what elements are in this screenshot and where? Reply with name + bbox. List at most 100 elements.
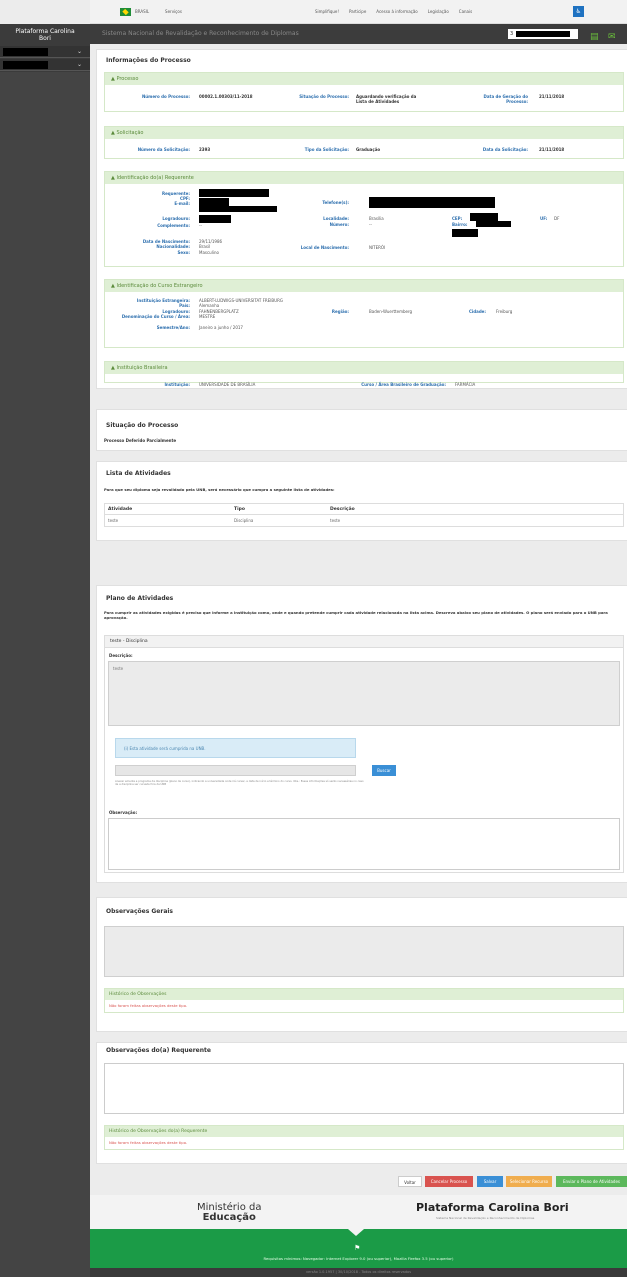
descricao-textarea[interactable]: teste xyxy=(108,661,620,726)
redacted-block xyxy=(452,229,478,237)
accessibility-icon[interactable]: ♿ xyxy=(573,6,584,17)
gov-link-acesso[interactable]: Acesso à informação xyxy=(376,9,417,14)
value: Brasília xyxy=(369,216,384,221)
selecionar-recurso-button[interactable]: Selecionar Recurso xyxy=(506,1176,552,1187)
label: Semestre/Ano: xyxy=(156,325,190,330)
label: Situação do Processo: xyxy=(299,94,349,99)
plano-intro: Para cumprir as atividades exigidas é pr… xyxy=(104,610,608,621)
cancelar-processo-button[interactable]: Cancelar Processo xyxy=(425,1176,473,1187)
value: -- xyxy=(369,222,372,227)
panel-header[interactable]: ▲ Processo xyxy=(105,73,623,85)
panel-label: Solicitação xyxy=(116,130,144,136)
label: Curso / Área Brasileiro de Graduação: xyxy=(361,382,446,387)
label: Instituição: xyxy=(164,382,190,387)
col-descricao: Descrição xyxy=(330,507,355,512)
historico-empty: Não foram feitas observações deste tipo. xyxy=(109,1140,188,1145)
panel-header[interactable]: ▲ Instituição Brasileira xyxy=(105,362,623,374)
obs-gerais-box xyxy=(104,926,624,977)
label: Região: xyxy=(331,309,349,314)
gov-link-legislacao[interactable]: Legislação xyxy=(428,9,449,14)
brasil-link[interactable]: BRASIL xyxy=(120,7,150,16)
redacted-block xyxy=(470,213,498,221)
document-icon[interactable]: ▤ xyxy=(590,27,599,47)
atividades-card xyxy=(96,461,627,541)
brasil-label: BRASIL xyxy=(135,9,150,14)
panel-label: Identificação do Curso Estrangeiro xyxy=(116,283,203,289)
mail-icon[interactable]: ✉ xyxy=(608,27,616,47)
panel-header[interactable]: ▲ Solicitação xyxy=(105,127,623,139)
panel-processo: ▲ Processo xyxy=(104,72,624,112)
historico-obs-req: Histórico de Observações do(a) Requerent… xyxy=(104,1125,624,1150)
situacao-text: Processo Deferido Parcialmente xyxy=(104,438,177,443)
sidebar-item-1[interactable]: ⌄ xyxy=(0,46,90,58)
cell-tipo: Disciplina xyxy=(234,518,254,523)
value: MESTRE xyxy=(199,314,216,319)
enviar-plano-button[interactable]: Enviar o Plano de Atividades xyxy=(556,1176,627,1187)
panel-instituicao-brasileira: ▲ Instituição Brasileira xyxy=(104,361,624,383)
panel-header[interactable]: ▲ Identificação do Curso Estrangeiro xyxy=(105,280,623,292)
label: Nacionalidade: xyxy=(156,244,190,249)
user-initial: 3 xyxy=(510,31,514,37)
footer-triangle xyxy=(348,1229,364,1236)
historico-title: Histórico de Observações xyxy=(105,989,623,1000)
label: Bairro: xyxy=(452,222,468,227)
label: Complemento: xyxy=(157,223,190,228)
anexo-hint: Anexar ementa e programa da disciplina (… xyxy=(115,780,364,787)
historico-empty: Não foram feitas observações deste tipo. xyxy=(109,1003,188,1008)
redacted-block xyxy=(199,189,269,197)
panel-label: Processo xyxy=(116,76,139,82)
salvar-button[interactable]: Salvar xyxy=(477,1176,503,1187)
atividades-intro: Para que seu diploma seja revalidado pel… xyxy=(104,487,335,492)
sidebar: ⌄ ⌄ xyxy=(0,24,90,1277)
label: Número: xyxy=(329,222,349,227)
label: Data de Geração do Processo: xyxy=(483,94,528,105)
label: E-mail: xyxy=(174,201,190,206)
obs-req-textarea[interactable] xyxy=(104,1063,624,1114)
value: Graduação xyxy=(356,147,381,152)
gov-link-simplifique[interactable]: Simplifique! xyxy=(315,9,339,14)
table-row: teste Disciplina teste xyxy=(105,515,623,526)
value: Freiburg xyxy=(496,309,513,314)
observacao-textarea[interactable] xyxy=(108,818,620,870)
mec-logo: Ministério da Educação xyxy=(197,1203,261,1223)
servicos-link[interactable]: Serviços xyxy=(165,9,182,14)
cell-atividade: teste xyxy=(108,518,119,523)
gov-link-canais[interactable]: Canais xyxy=(459,9,472,14)
gov-link-participe[interactable]: Participe xyxy=(349,9,366,14)
value: 00002.1.00303/11-2018 xyxy=(199,94,253,99)
descricao-label: Descrição: xyxy=(109,653,133,658)
sidebar-item-2[interactable]: ⌄ xyxy=(0,59,90,71)
table-header: Atividade Tipo Descrição xyxy=(105,504,623,515)
label: Sexo: xyxy=(177,250,190,255)
brand[interactable]: Plataforma Carolina Bori xyxy=(0,24,90,46)
value: 21/11/2018 xyxy=(539,147,565,152)
versao-text: versão 1.0.1957 | 30/10/2018 - Todos os … xyxy=(90,1268,627,1277)
label: Cidade: xyxy=(468,309,486,314)
voltar-button[interactable]: Voltar xyxy=(398,1176,422,1187)
redacted-block xyxy=(199,215,231,223)
user-menu[interactable]: 3 xyxy=(508,29,578,39)
label: Telefone(s): xyxy=(322,200,349,205)
value: DF xyxy=(554,216,560,221)
col-atividade: Atividade xyxy=(108,507,133,512)
panel-label: Instituição Brasileira xyxy=(116,365,168,371)
footer-green: ⚑ Requisitos mínimos: Navegador: Interne… xyxy=(90,1229,627,1268)
plataforma-subtitle: Sistema Nacional de Revalidação e Reconh… xyxy=(436,1216,535,1220)
situacao-title: Situação do Processo xyxy=(106,422,179,429)
value: Masculino xyxy=(199,250,219,255)
redacted-block xyxy=(199,206,277,212)
plano-item-title: teste - Disciplina xyxy=(105,636,623,648)
redacted-block xyxy=(516,31,570,37)
brazil-flag-icon xyxy=(120,7,131,16)
buscar-button[interactable]: Buscar xyxy=(372,765,396,776)
requisitos-text: Requisitos mínimos: Navegador: Internet … xyxy=(263,1256,454,1261)
file-input[interactable] xyxy=(115,765,356,776)
panel-header[interactable]: ▲ Identificação do(a) Requerente xyxy=(105,172,623,184)
label: CEP: xyxy=(452,216,463,221)
col-tipo: Tipo xyxy=(234,507,245,512)
situacao-card xyxy=(96,409,627,451)
redacted-block xyxy=(369,197,495,208)
educacao-text: Educação xyxy=(202,1212,256,1223)
cell-descricao: teste xyxy=(330,518,341,523)
value: -- xyxy=(199,223,202,228)
